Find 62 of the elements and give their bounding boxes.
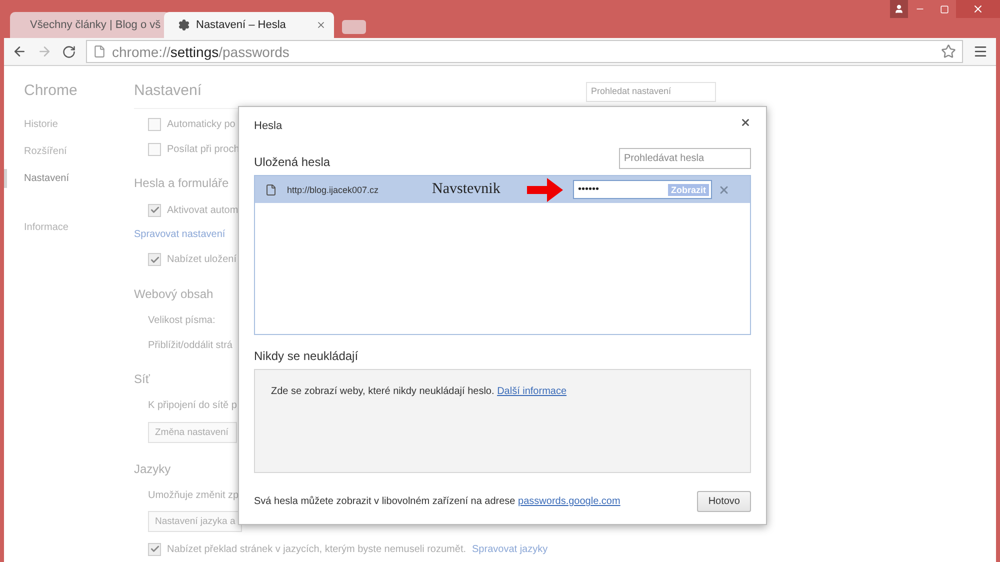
passwords-link[interactable]: passwords.google.com <box>518 496 620 507</box>
setting-label: Umožňuje změnit zp <box>148 490 239 501</box>
section-heading: Nikdy se neukládají <box>254 349 360 363</box>
checkbox[interactable] <box>148 143 161 156</box>
sidebar-item[interactable]: Rozšíření <box>4 142 114 161</box>
settings-link[interactable]: Spravovat jazyky <box>472 544 548 555</box>
checkbox[interactable] <box>148 204 161 217</box>
settings-button[interactable]: Nastavení jazyka a <box>148 511 242 532</box>
close-icon[interactable] <box>956 0 1000 18</box>
browser-tab[interactable]: Nastavení – Hesla <box>164 12 334 38</box>
section-heading: Síť <box>134 372 150 386</box>
checkbox-label: Posílat při proch <box>167 144 240 156</box>
checkbox[interactable] <box>148 253 161 266</box>
site-url: http://blog.ijacek007.cz <box>287 184 380 194</box>
password-field[interactable]: •••••• Zobrazit <box>573 180 712 199</box>
section-heading: Uložená hesla <box>254 155 330 169</box>
section-heading: Jazyky <box>134 462 171 476</box>
checkbox-label: Automaticky po <box>167 119 236 130</box>
user-icon[interactable] <box>890 0 908 18</box>
search-field[interactable]: Prohledat nastavení <box>586 82 716 102</box>
search-field[interactable]: Prohledávat hesla <box>619 148 751 169</box>
sidebar-item[interactable]: Historie <box>4 115 114 134</box>
more-info-link[interactable]: Další informace <box>497 386 567 397</box>
close-icon[interactable] <box>740 117 751 128</box>
reload-icon[interactable] <box>62 44 76 58</box>
gear-icon <box>178 19 190 31</box>
sidebar-item[interactable]: Informace <box>4 218 114 237</box>
check-icon <box>150 544 160 554</box>
footer-text: Svá hesla můžete zobrazit v libovolném zařízení na adrese passwords.google.com <box>254 496 620 507</box>
section-heading: Webový obsah <box>134 286 214 301</box>
page-icon <box>93 45 106 58</box>
checkbox[interactable] <box>148 118 161 132</box>
checkbox-label: Nabízet uložení <box>167 254 236 266</box>
back-icon[interactable] <box>12 44 27 59</box>
settings-button[interactable]: Změna nastavení <box>148 422 237 443</box>
forward-icon[interactable] <box>37 44 52 59</box>
show-button[interactable]: Zobrazit <box>668 184 709 196</box>
page-icon <box>265 184 277 196</box>
setting-label: Velikost písma: <box>148 314 216 326</box>
checkbox-label: Aktivovat autom <box>167 204 238 216</box>
star-icon[interactable] <box>941 44 956 59</box>
sidebar-title: Chrome <box>23 82 78 99</box>
menu-icon[interactable] <box>973 44 988 59</box>
setting-label: K připojení do sítě p <box>148 400 237 412</box>
checkbox[interactable] <box>148 542 161 556</box>
delete-icon[interactable] <box>718 184 730 196</box>
check-icon <box>150 205 160 216</box>
close-icon[interactable] <box>316 20 326 30</box>
empty-message: Zde se zobrazí weby, které nikdy neukládají heslo. Další informace <box>271 386 568 397</box>
settings-link[interactable]: Spravovat nastavení <box>134 229 226 240</box>
sidebar-item[interactable]: Nastavení <box>4 169 114 188</box>
setting-label: Přiblížit/oddálit strá <box>148 340 232 351</box>
done-button[interactable]: Hotovo <box>697 491 751 512</box>
username: Navstevnik <box>432 181 502 198</box>
checkbox-label: Nabízet překlad stránek v jazycích, kterým byste nemuseli rozumět. <box>167 544 466 555</box>
section-heading: Hesla a formuláře <box>134 176 229 190</box>
password-row[interactable]: http://blog.ijacek007.cz Navstevnik •••••• Zobrazit <box>255 176 750 203</box>
address-bar[interactable]: chrome://settings/passwords <box>86 40 963 63</box>
check-icon <box>150 254 160 265</box>
dialog-title: Hesla <box>254 120 282 132</box>
arrow-icon <box>527 178 563 202</box>
page-title: Nastavení <box>134 82 202 101</box>
